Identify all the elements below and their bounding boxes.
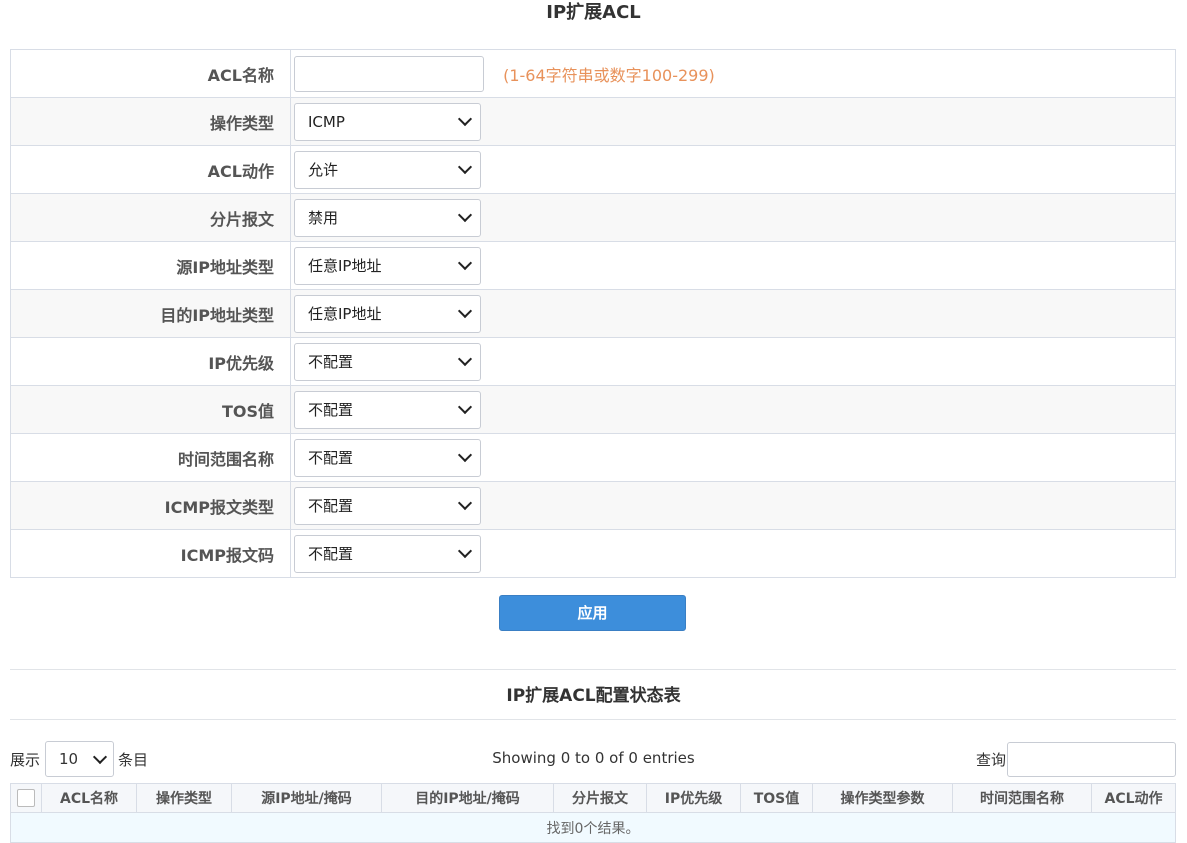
src-ip-type-label: 源IP地址类型	[10, 241, 291, 290]
ip-precedence-label: IP优先级	[10, 337, 291, 386]
chevron-down-icon	[457, 447, 473, 463]
form-row-time-range: 时间范围名称 不配置	[10, 433, 1176, 482]
dst-ip-type-value: 任意IP地址	[308, 305, 382, 323]
acl-name-label: ACL名称	[10, 49, 291, 98]
chevron-down-icon	[457, 255, 473, 271]
chevron-down-icon	[457, 159, 473, 175]
column-header[interactable]: 源IP地址/掩码	[231, 783, 382, 813]
chevron-down-icon	[457, 543, 473, 559]
fragment-label: 分片报文	[10, 193, 291, 242]
table-header-row: ACL名称 操作类型 源IP地址/掩码 目的IP地址/掩码 分片报文 IP优先级…	[10, 783, 1176, 813]
acl-action-select[interactable]: 允许	[294, 150, 481, 189]
time-range-label: 时间范围名称	[10, 433, 291, 482]
chevron-down-icon	[457, 351, 473, 367]
form-row-acl-name: ACL名称 (1-64字符串或数字100-299)	[10, 49, 1176, 98]
time-range-value: 不配置	[308, 449, 354, 467]
dst-ip-type-select[interactable]: 任意IP地址	[294, 294, 481, 333]
ip-precedence-value: 不配置	[308, 353, 354, 371]
chevron-down-icon	[457, 207, 473, 223]
op-type-select[interactable]: ICMP	[294, 102, 481, 141]
tos-label: TOS值	[10, 385, 291, 434]
table-row: 找到0个结果。	[10, 812, 1176, 843]
icmp-code-select[interactable]: 不配置	[294, 534, 481, 573]
icmp-code-value: 不配置	[308, 545, 354, 563]
tos-value: 不配置	[308, 401, 354, 419]
icmp-type-value: 不配置	[308, 497, 354, 515]
form-row-icmp-code: ICMP报文码 不配置	[10, 529, 1176, 578]
column-header[interactable]: TOS值	[740, 783, 813, 813]
acl-action-label: ACL动作	[10, 145, 291, 194]
src-ip-type-value: 任意IP地址	[308, 257, 382, 275]
fragment-select[interactable]: 禁用	[294, 198, 481, 237]
column-header[interactable]: 操作类型	[136, 783, 232, 813]
column-header[interactable]: 分片报文	[553, 783, 647, 813]
time-range-select[interactable]: 不配置	[294, 438, 481, 477]
section-divider	[10, 669, 1176, 670]
column-header[interactable]: 操作类型参数	[812, 783, 953, 813]
form-row-fragment: 分片报文 禁用	[10, 193, 1176, 242]
search-input[interactable]	[1007, 742, 1176, 777]
acl-name-input[interactable]	[294, 55, 484, 92]
search-label: 查询	[976, 751, 1007, 769]
apply-button[interactable]: 应用	[499, 595, 686, 631]
dst-ip-type-label: 目的IP地址类型	[10, 289, 291, 338]
form-row-acl-action: ACL动作 允许	[10, 145, 1176, 194]
icmp-code-label: ICMP报文码	[10, 529, 291, 578]
chevron-down-icon	[457, 111, 473, 127]
op-type-label: 操作类型	[10, 97, 291, 146]
ip-precedence-select[interactable]: 不配置	[294, 342, 481, 381]
chevron-down-icon	[457, 399, 473, 415]
column-header[interactable]: ACL名称	[41, 783, 137, 813]
column-header[interactable]: 目的IP地址/掩码	[381, 783, 554, 813]
form-row-src-ip-type: 源IP地址类型 任意IP地址	[10, 241, 1176, 290]
fragment-value: 禁用	[308, 209, 339, 227]
icmp-type-label: ICMP报文类型	[10, 481, 291, 530]
acl-form-table: ACL名称 (1-64字符串或数字100-299) 操作类型 ICMP ACL动…	[10, 49, 1176, 578]
chevron-down-icon	[457, 303, 473, 319]
column-header[interactable]: IP优先级	[646, 783, 741, 813]
select-all-checkbox[interactable]	[17, 789, 35, 807]
form-row-op-type: 操作类型 ICMP	[10, 97, 1176, 146]
status-table-title: IP扩展ACL配置状态表	[506, 686, 681, 706]
page-title: IP扩展ACL	[546, 2, 641, 23]
form-row-icmp-type: ICMP报文类型 不配置	[10, 481, 1176, 530]
src-ip-type-select[interactable]: 任意IP地址	[294, 246, 481, 285]
acl-status-table: ACL名称 操作类型 源IP地址/掩码 目的IP地址/掩码 分片报文 IP优先级…	[10, 783, 1176, 843]
acl-action-value: 允许	[308, 161, 339, 179]
empty-table-message: 找到0个结果。	[10, 812, 1176, 843]
chevron-down-icon	[457, 495, 473, 511]
acl-name-hint: (1-64字符串或数字100-299)	[503, 65, 715, 85]
icmp-type-select[interactable]: 不配置	[294, 486, 481, 525]
form-row-dst-ip-type: 目的IP地址类型 任意IP地址	[10, 289, 1176, 338]
form-row-ip-precedence: IP优先级 不配置	[10, 337, 1176, 386]
column-header[interactable]: 时间范围名称	[952, 783, 1092, 813]
op-type-value: ICMP	[308, 112, 345, 131]
form-row-tos: TOS值 不配置	[10, 385, 1176, 434]
select-all-cell	[10, 783, 42, 813]
section-divider	[10, 719, 1176, 720]
column-header[interactable]: ACL动作	[1091, 783, 1176, 813]
tos-select[interactable]: 不配置	[294, 390, 481, 429]
